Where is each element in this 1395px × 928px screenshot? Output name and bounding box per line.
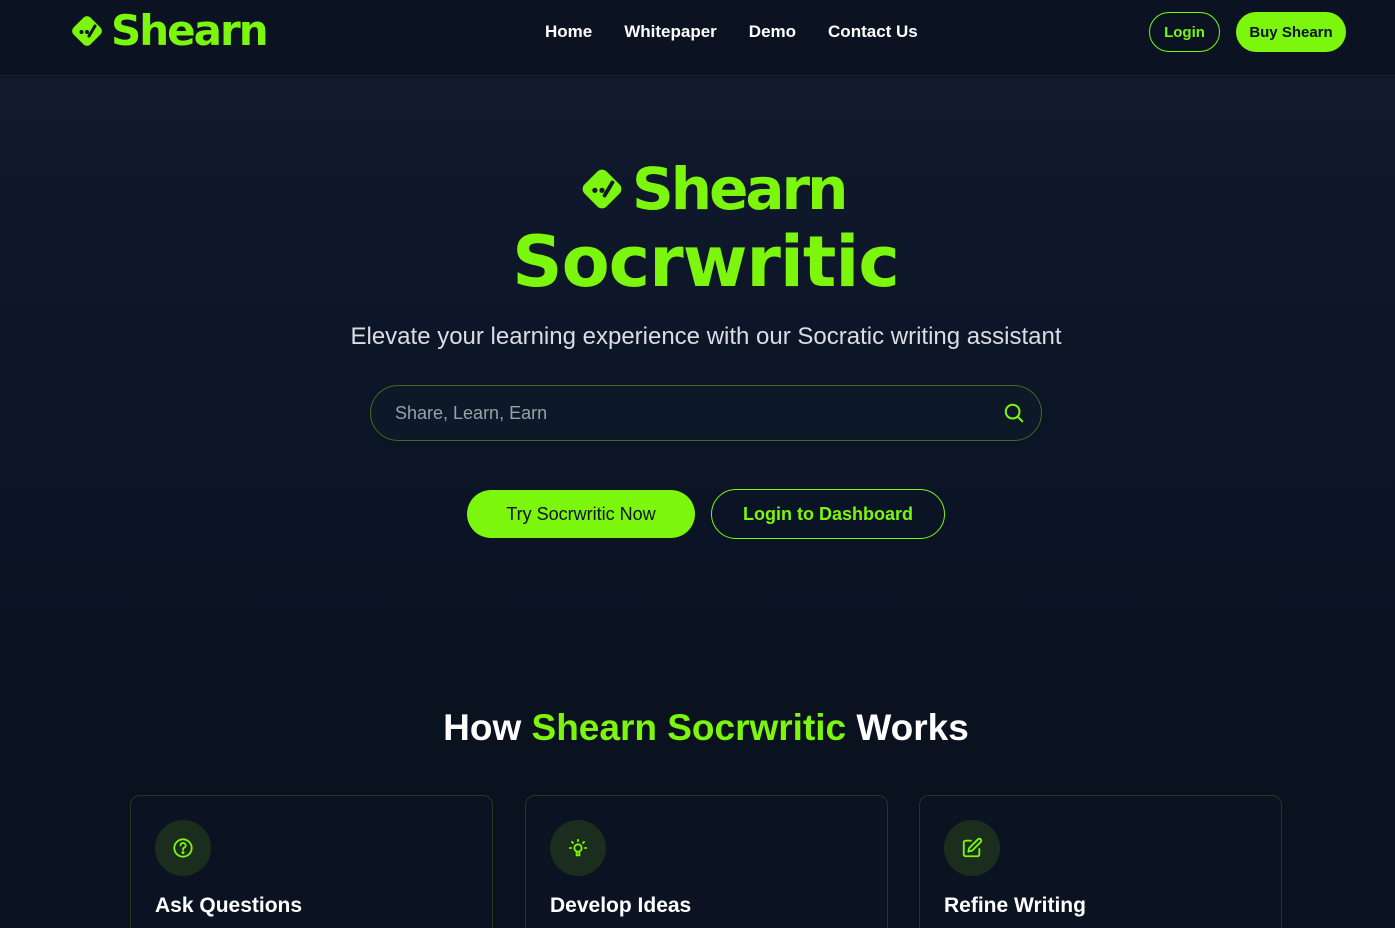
logo-mark-icon — [72, 16, 102, 46]
card-title: Ask Questions — [155, 894, 303, 917]
nav-contact-us[interactable]: Contact Us — [828, 22, 918, 42]
card-title: Refine Writing — [944, 894, 1086, 917]
question-icon — [173, 838, 193, 858]
search-input[interactable] — [395, 386, 975, 440]
card-icon-container — [550, 820, 606, 876]
logo[interactable]: Shearn — [67, 6, 269, 55]
card-icon-container — [155, 820, 211, 876]
try-socrwritic-button[interactable]: Try Socrwritic Now — [467, 490, 695, 538]
search-bar — [370, 385, 1042, 441]
how-it-works-title: How Shearn Socrwritic Works — [0, 706, 1395, 750]
login-button[interactable]: Login — [1149, 12, 1220, 52]
card-icon-container — [944, 820, 1000, 876]
lightbulb-icon — [568, 838, 588, 857]
hero-title: Socrwritic — [512, 221, 900, 303]
main-nav: Home Whitepaper Demo Contact Us — [545, 22, 918, 42]
login-to-dashboard-button[interactable]: Login to Dashboard — [711, 489, 945, 539]
edit-icon — [962, 837, 983, 858]
feature-card-refine-writing: Refine Writing — [919, 795, 1282, 928]
nav-whitepaper[interactable]: Whitepaper — [624, 22, 717, 42]
hero-subtitle: Elevate your learning experience with ou… — [350, 323, 1062, 350]
search-icon[interactable] — [1003, 402, 1025, 424]
logo-mark-icon — [582, 169, 622, 209]
how-title-accent: Shearn Socrwritic — [531, 707, 847, 748]
buy-shearn-button[interactable]: Buy Shearn — [1236, 12, 1346, 52]
nav-home[interactable]: Home — [545, 22, 592, 42]
feature-card-ask-questions: Ask Questions — [130, 795, 493, 928]
hero-logo: Shearn — [576, 155, 848, 223]
site-header: Shearn Home Whitepaper Demo Contact Us L… — [0, 0, 1395, 76]
nav-demo[interactable]: Demo — [749, 22, 796, 42]
hero-logo-text: Shearn — [632, 155, 848, 223]
how-title-prefix: How — [443, 707, 532, 748]
how-title-suffix: Works — [846, 707, 969, 748]
logo-text: Shearn — [111, 6, 269, 55]
card-title: Develop Ideas — [550, 894, 692, 917]
feature-card-develop-ideas: Develop Ideas — [525, 795, 888, 928]
